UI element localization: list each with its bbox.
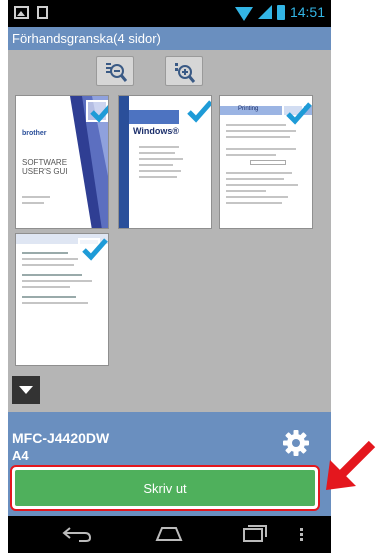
- text-line: [139, 146, 179, 148]
- text-line: [226, 178, 284, 180]
- print-settings-panel: MFC-J4420DW A4 Skriv ut: [8, 412, 331, 516]
- page-header-band: [129, 110, 179, 124]
- page-brand-text: brother: [22, 130, 47, 137]
- zoom-out-icon: [106, 63, 127, 82]
- text-line: [226, 190, 266, 192]
- phone-screen: 14:51 Förhandsgranska(4 sidor) brother S…: [8, 0, 331, 553]
- home-icon[interactable]: [153, 525, 185, 543]
- page-thumbnail[interactable]: brother SOFTWARE USER'S GUI: [15, 95, 109, 229]
- text-line: [22, 196, 50, 198]
- text-line: [139, 176, 177, 178]
- checkmark-icon: [187, 100, 211, 123]
- text-line: [226, 196, 288, 198]
- page-checkbox[interactable]: [183, 100, 211, 123]
- zoom-in-icon: [175, 63, 196, 83]
- page-title: Förhandsgranska(4 sidor): [12, 31, 161, 46]
- zoom-in-button[interactable]: [165, 56, 203, 86]
- text-line: [22, 274, 82, 276]
- battery-icon: [276, 4, 285, 20]
- back-icon[interactable]: [61, 525, 93, 543]
- text-line: [226, 154, 276, 156]
- page-heading-text: SOFTWARE: [22, 158, 68, 167]
- checkmark-icon: [82, 238, 108, 261]
- text-line: [22, 280, 92, 282]
- status-bar: 14:51: [8, 0, 331, 27]
- print-button[interactable]: Skriv ut: [15, 470, 315, 506]
- page-sidebar-stripe: [119, 96, 129, 228]
- preview-area[interactable]: brother SOFTWARE USER'S GUI Windows® Pri…: [8, 50, 331, 412]
- status-time: 14:51: [289, 4, 325, 20]
- gear-icon[interactable]: [283, 430, 309, 456]
- image-notification-icon: [14, 6, 29, 19]
- text-line: [22, 296, 76, 298]
- text-line: [22, 258, 78, 260]
- text-line: [22, 302, 88, 304]
- sim-notification-icon: [37, 6, 48, 19]
- text-line: [226, 202, 282, 204]
- page-thumbnail[interactable]: Windows®: [118, 95, 212, 229]
- printer-name[interactable]: MFC-J4420DW: [12, 430, 109, 446]
- page-checkbox[interactable]: [282, 102, 312, 125]
- text-line: [226, 124, 286, 126]
- text-line: [22, 264, 74, 266]
- red-arrow-annotation: [326, 440, 376, 490]
- page-heading-text: USER'S GUI: [22, 167, 68, 176]
- text-line: [139, 158, 183, 160]
- text-line: [22, 252, 68, 254]
- navigation-bar: [8, 516, 331, 553]
- page-figure-box: [250, 160, 286, 165]
- page-heading-text: Printing: [238, 106, 259, 112]
- text-line: [226, 148, 296, 150]
- text-line: [139, 152, 175, 154]
- page-thumbnail[interactable]: Printing: [219, 95, 313, 229]
- text-line: [226, 184, 298, 186]
- text-line: [139, 170, 181, 172]
- cell-signal-icon: [257, 5, 272, 19]
- text-line: [139, 164, 173, 166]
- text-line: [226, 136, 290, 138]
- page-checkbox[interactable]: [78, 238, 108, 261]
- recent-apps-icon[interactable]: [242, 525, 268, 543]
- checkmark-icon: [90, 105, 108, 123]
- text-line: [22, 286, 70, 288]
- wifi-icon: [234, 7, 253, 21]
- text-line: [22, 202, 44, 204]
- zoom-out-button[interactable]: [96, 56, 134, 86]
- text-line: [226, 130, 296, 132]
- page-heading-text: Windows®: [133, 126, 180, 136]
- paper-size: A4: [12, 448, 29, 463]
- collapse-panel-button[interactable]: [12, 376, 40, 404]
- page-thumbnail[interactable]: [15, 233, 109, 366]
- title-bar: Förhandsgranska(4 sidor): [8, 27, 331, 50]
- overflow-menu-icon[interactable]: [300, 528, 304, 543]
- text-line: [226, 172, 292, 174]
- print-button-highlight: Skriv ut: [10, 465, 320, 511]
- checkmark-icon: [286, 102, 312, 125]
- page-checkbox[interactable]: [86, 100, 108, 123]
